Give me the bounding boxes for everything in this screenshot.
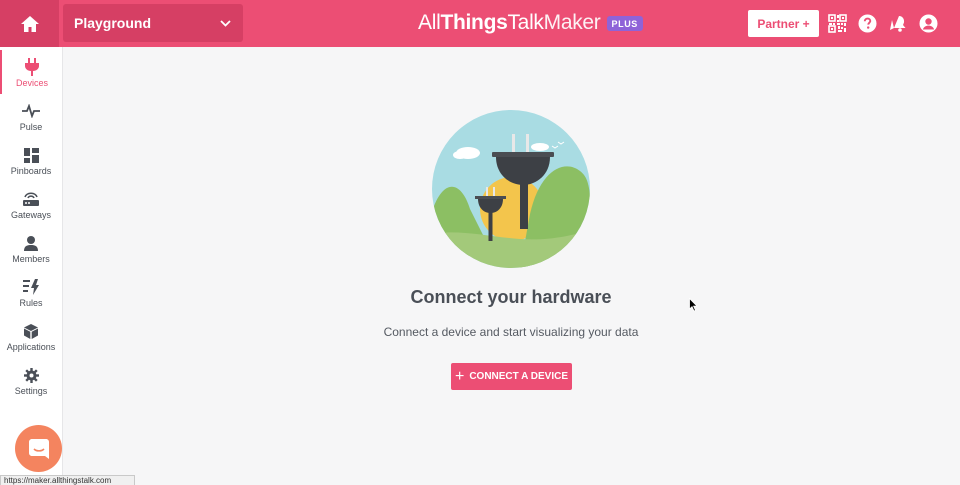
pinboards-icon (23, 145, 39, 165)
top-bar: Playground All Things Talk Maker PLUS Partn… (0, 0, 960, 47)
hardware-illustration (432, 110, 590, 268)
status-bar-url: https://maker.allthingstalk.com (0, 475, 135, 485)
sidebar-item-rules[interactable]: Rules (0, 270, 62, 314)
home-button[interactable] (0, 0, 59, 47)
sidebar-item-pinboards[interactable]: Pinboards (0, 138, 62, 182)
sidebar-item-members[interactable]: Members (0, 226, 62, 270)
gear-icon (23, 365, 39, 385)
app-logo[interactable]: All Things Talk Maker PLUS (418, 10, 643, 36)
sidebar-item-applications[interactable]: Applications (0, 314, 62, 358)
pulse-icon (22, 101, 40, 121)
sidebar: Devices Pulse Pinboards Gateways Members… (0, 47, 63, 485)
chevron-down-icon (220, 19, 231, 27)
home-icon (20, 15, 39, 32)
connect-device-label: CONNECT A DEVICE (469, 371, 569, 382)
sidebar-item-devices[interactable]: Devices (0, 50, 62, 94)
empty-state-subtitle: Connect a device and start visualizing y… (383, 325, 639, 339)
notifications-button[interactable] (887, 13, 907, 33)
help-icon (858, 14, 876, 32)
sidebar-item-pulse[interactable]: Pulse (0, 94, 62, 138)
workspace-selector[interactable]: Playground (63, 4, 243, 42)
qr-code-button[interactable] (827, 13, 847, 33)
empty-state-title: Connect your hardware (410, 287, 612, 307)
workspace-name: Playground (74, 15, 152, 31)
plus-badge: PLUS (606, 15, 643, 31)
mouse-cursor-icon (689, 298, 698, 312)
account-button[interactable] (918, 13, 938, 33)
notification-icon (889, 15, 905, 32)
rules-icon (22, 277, 40, 297)
account-icon (919, 14, 937, 32)
sidebar-item-settings[interactable]: Settings (0, 358, 62, 402)
plus-icon: + (454, 367, 465, 385)
chat-icon (28, 438, 49, 459)
qr-code-icon (827, 13, 847, 33)
partner-button[interactable]: Partner + (748, 10, 819, 37)
chat-launcher-button[interactable] (15, 425, 62, 472)
plug-icon (24, 57, 40, 77)
gateway-icon (22, 189, 40, 209)
help-button[interactable] (857, 13, 877, 33)
members-icon (24, 233, 38, 253)
connect-device-button[interactable]: + CONNECT A DEVICE (451, 363, 572, 390)
sidebar-item-gateways[interactable]: Gateways (0, 182, 62, 226)
applications-icon (24, 321, 38, 341)
